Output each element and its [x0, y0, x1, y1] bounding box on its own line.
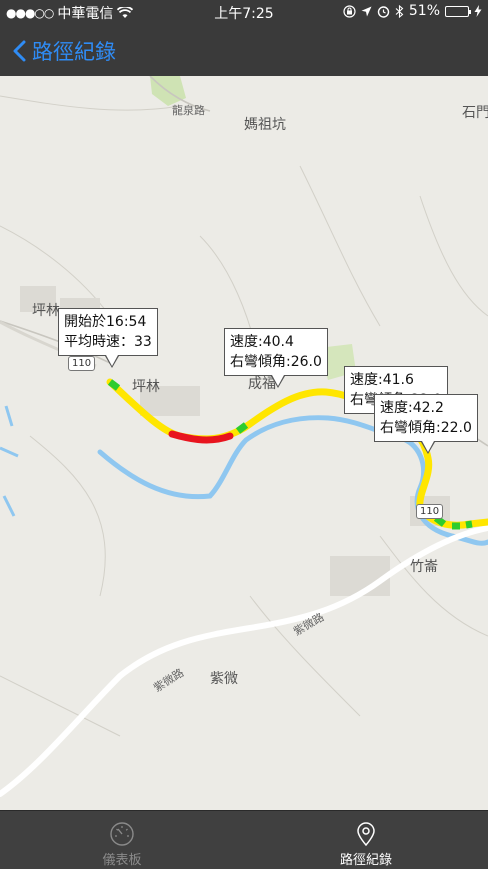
tab-label: 儀表板 — [102, 853, 142, 868]
status-bar: ●●●○○ 中華電信 上午7:25 51% — [0, 0, 488, 24]
callout-line: 速度:41.6 — [350, 372, 414, 388]
place-label: 龍泉路 — [172, 104, 205, 117]
location-arrow-icon — [361, 6, 372, 16]
battery-icon — [445, 5, 471, 17]
place-label: 紫微 — [210, 671, 238, 687]
place-label: 竹崙 — [410, 559, 438, 575]
back-button-label: 路徑紀錄 — [32, 40, 116, 64]
callout-line: 開始於16:54 — [64, 314, 147, 330]
map-canvas — [0, 76, 488, 797]
tab-bar: 儀表板 路徑紀錄 — [0, 810, 488, 869]
back-button[interactable]: 路徑紀錄 — [12, 36, 116, 66]
callout-line: 右彎傾角:22.0 — [380, 420, 472, 436]
route-map[interactable]: 龍泉路 媽祖坑 石門 坪林 坪林 成福 竹崙 紫微路 紫微路 紫微 110 11… — [0, 76, 488, 810]
place-label: 石門 — [462, 105, 488, 121]
place-label: 坪林 — [32, 303, 60, 319]
charging-bolt-icon — [474, 5, 482, 17]
bluetooth-icon — [395, 4, 404, 18]
orientation-lock-icon — [343, 4, 356, 18]
callout-line: 右彎傾角:26.0 — [230, 354, 322, 370]
alarm-icon — [377, 5, 390, 18]
location-pin-icon — [357, 822, 375, 847]
place-label: 坪林 — [132, 379, 160, 395]
navigation-bar: 路徑紀錄 — [0, 24, 488, 76]
place-label: 媽祖坑 — [244, 117, 286, 133]
speed-callout[interactable]: 速度:42.2 右彎傾角:22.0 — [374, 394, 478, 442]
battery-percent: 51% — [408, 3, 440, 19]
speedometer-icon — [110, 822, 134, 846]
tab-label: 路徑紀錄 — [339, 853, 392, 868]
callout-line: 速度:42.2 — [380, 400, 444, 416]
start-callout[interactable]: 開始於16:54 平均時速：33 — [58, 308, 158, 356]
tab-dashboard[interactable]: 儀表板 — [0, 811, 244, 869]
route-shield: 110 — [68, 356, 96, 371]
route-shield: 110 — [416, 504, 444, 519]
chevron-left-icon — [13, 40, 26, 62]
speed-callout[interactable]: 速度:40.4 右彎傾角:26.0 — [224, 328, 328, 376]
callout-line: 平均時速：33 — [64, 334, 152, 350]
tab-route-log[interactable]: 路徑紀錄 — [244, 811, 488, 869]
callout-line: 速度:40.4 — [230, 334, 294, 350]
